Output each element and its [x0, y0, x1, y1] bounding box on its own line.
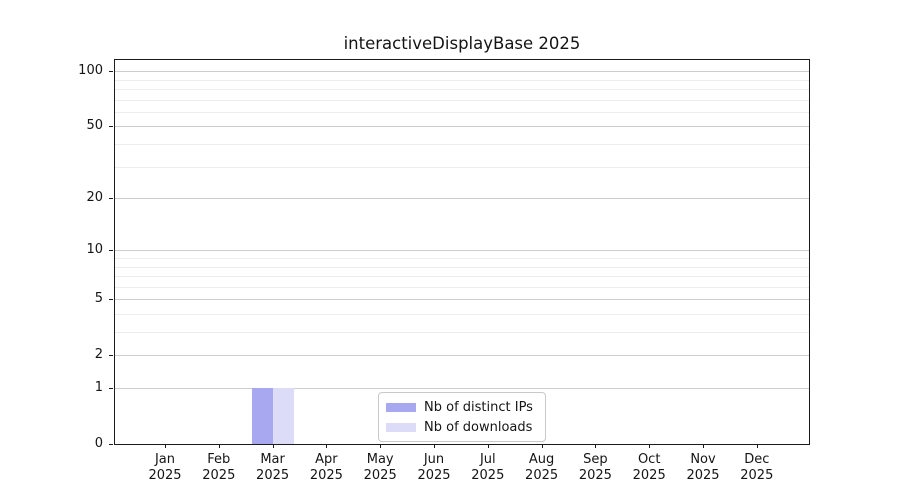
legend-swatch-distinct-ips: [386, 402, 416, 412]
x-tick: [649, 444, 651, 448]
x-tick: [434, 444, 435, 448]
x-tick: [218, 444, 220, 448]
y-tick-label: 5: [94, 291, 103, 307]
chart-title: interactiveDisplayBase 2025: [343, 34, 581, 53]
legend-item-downloads: Nb of downloads: [386, 418, 533, 436]
y-gridline-major: [115, 198, 809, 200]
y-tick-label: 1: [94, 380, 103, 395]
y-tick-label: 100: [78, 63, 103, 79]
y-gridline-minor: [115, 144, 809, 145]
y-tick: [109, 71, 113, 73]
x-tick-label: Dec 2025: [740, 452, 774, 483]
y-gridline-minor: [115, 79, 809, 81]
y-tick-label: 10: [86, 242, 103, 258]
x-tick: [380, 444, 382, 448]
y-tick-label: 0: [94, 436, 103, 451]
y-tick-label: 2: [94, 347, 103, 363]
y-gridline-minor: [115, 332, 809, 333]
legend: Nb of distinct IPs Nb of downloads: [378, 392, 546, 442]
y-gridline-major: [115, 355, 809, 357]
y-gridline-major: [115, 71, 809, 73]
x-tick: [756, 444, 758, 448]
y-tick: [109, 299, 113, 301]
x-tick: [165, 444, 166, 448]
x-tick: [272, 444, 274, 448]
y-gridline-minor: [115, 111, 809, 113]
x-tick: [541, 444, 543, 448]
y-tick: [109, 126, 113, 128]
y-tick-label: 20: [86, 190, 103, 206]
plot-area: Nb of distinct IPs Nb of downloads 0 1 2 5 1…: [78, 59, 810, 483]
y-gridline-major: [115, 126, 809, 128]
y-gridline-minor: [115, 314, 809, 315]
y-tick: [109, 388, 113, 389]
y-tick: [109, 250, 113, 252]
x-tick: [326, 444, 328, 448]
x-tick: [487, 444, 489, 448]
figure-canvas: interactiveDisplayBase 2025 Nb of distin…: [0, 0, 900, 500]
y-gridline-minor: [115, 258, 809, 259]
legend-item-distinct-ips: Nb of distinct IPs: [386, 398, 533, 416]
x-tick: [595, 444, 597, 448]
y-tick: [109, 198, 113, 200]
y-gridline-minor: [115, 266, 809, 268]
y-gridline-major: [115, 299, 809, 301]
y-gridline-major: [115, 250, 809, 252]
y-gridline-minor: [115, 89, 809, 90]
legend-label-distinct-ips: Nb of distinct IPs: [424, 399, 533, 415]
legend-swatch-downloads: [386, 422, 416, 432]
y-tick: [109, 355, 113, 357]
legend-label-downloads: Nb of downloads: [424, 419, 533, 435]
y-gridline-minor: [115, 276, 809, 277]
y-gridline-minor: [115, 166, 809, 168]
y-tick: [109, 444, 113, 445]
y-gridline-minor: [115, 286, 809, 288]
y-gridline-major: [115, 388, 809, 389]
y-tick-label: 50: [86, 118, 103, 134]
y-gridline-minor: [115, 99, 809, 101]
bar-downloads: [272, 388, 294, 444]
x-tick: [703, 444, 704, 448]
bar-distinct-ips: [251, 388, 273, 444]
